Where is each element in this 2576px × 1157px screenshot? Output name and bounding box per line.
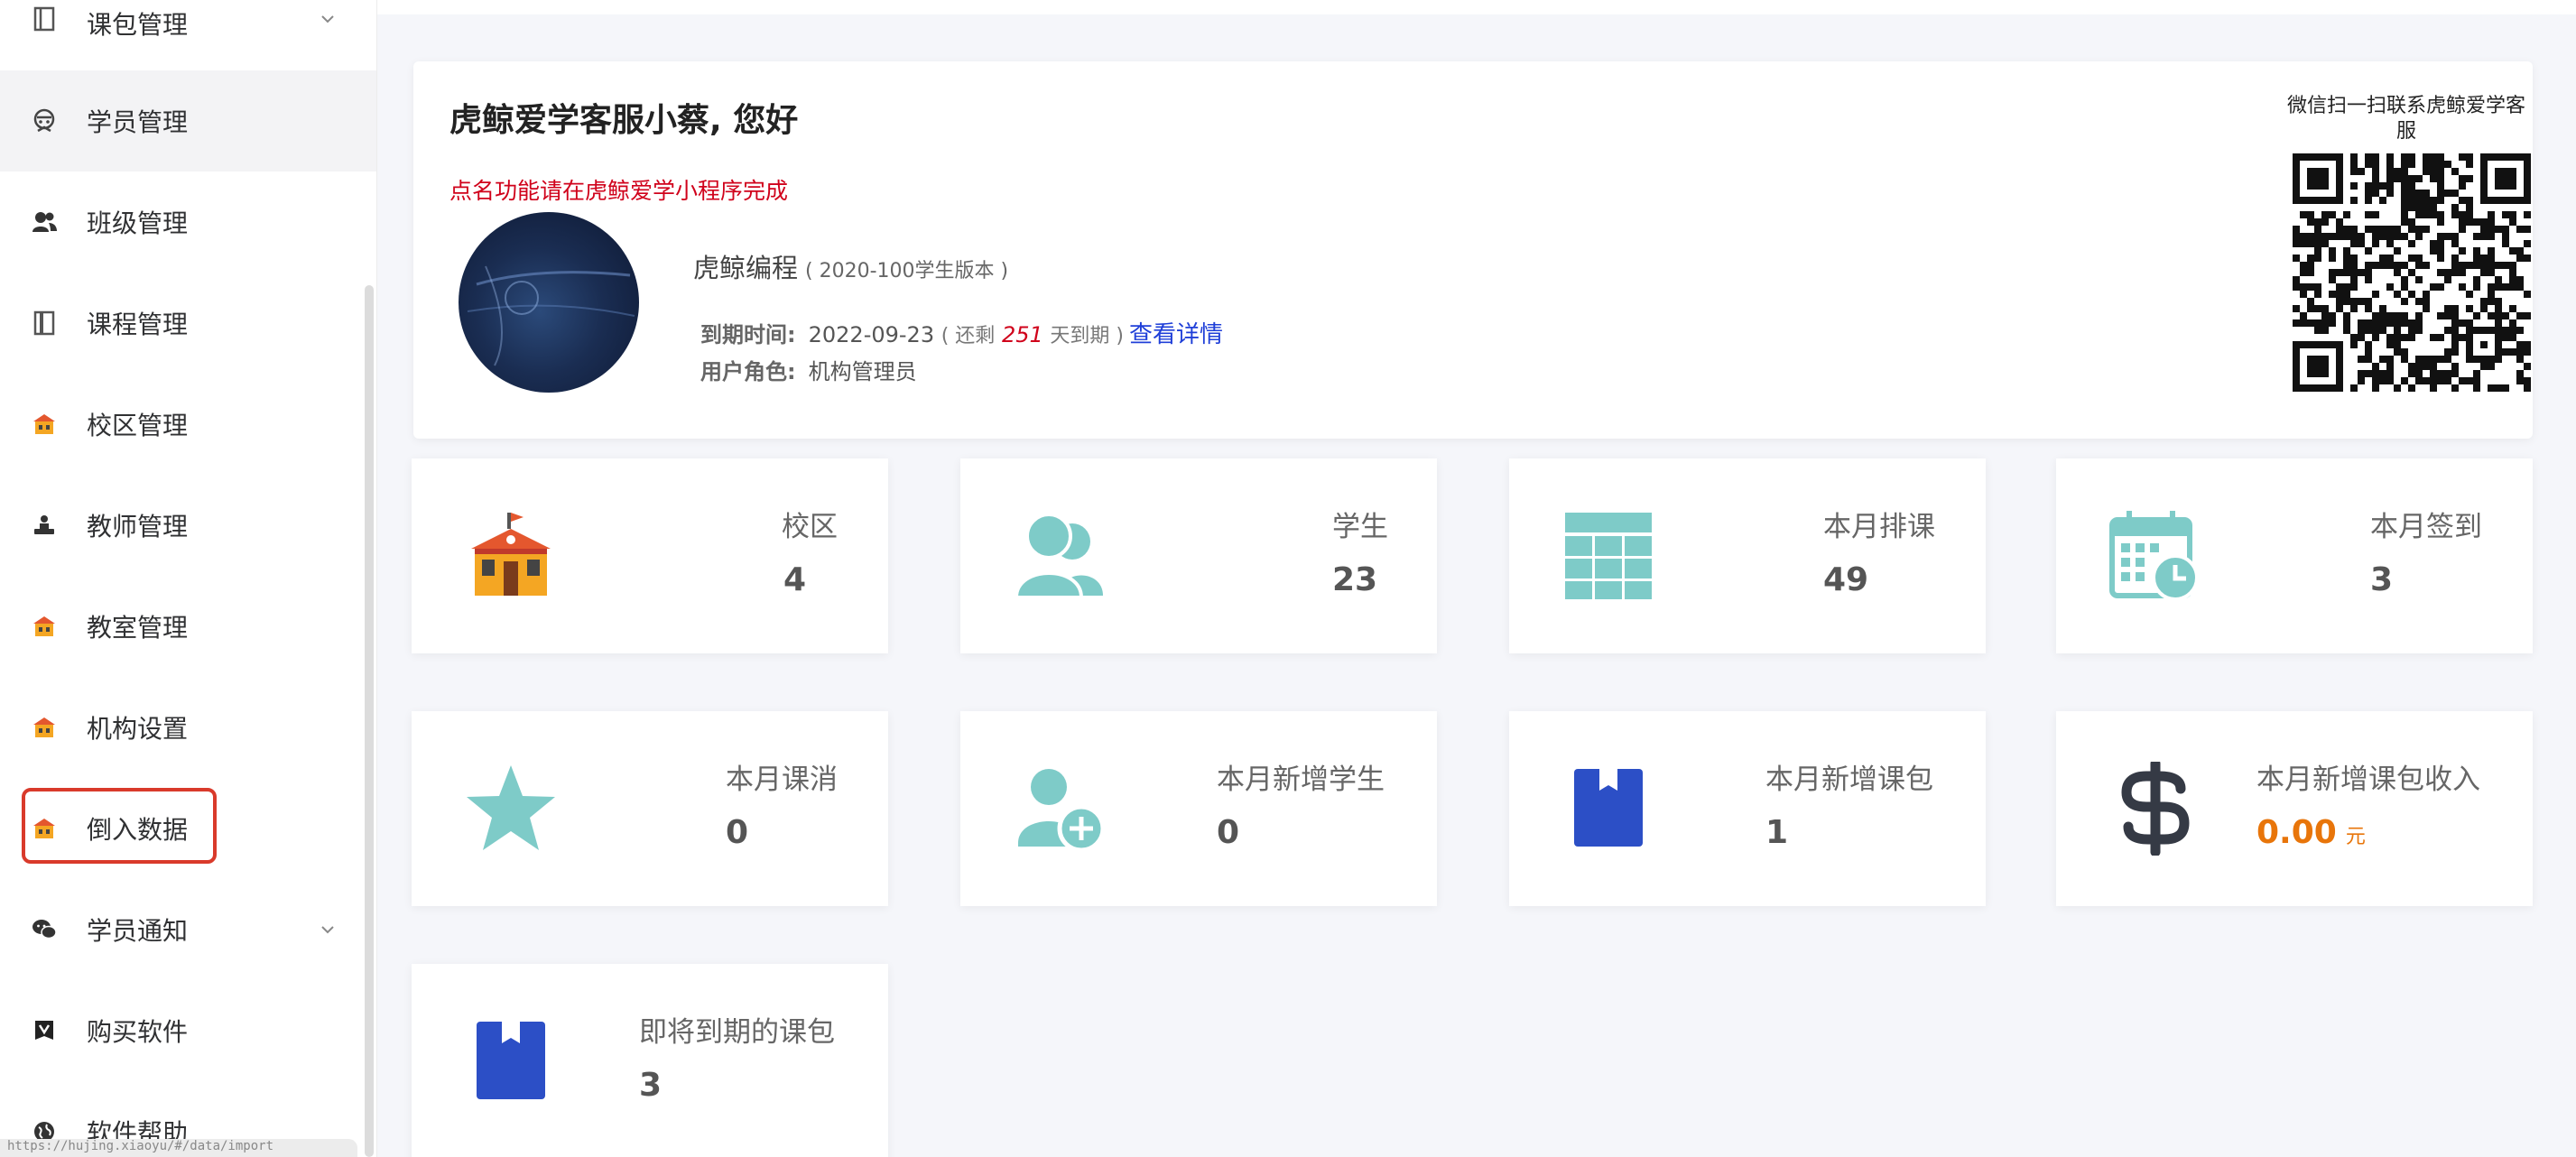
- sidebar-scrollbar[interactable]: [365, 285, 374, 1157]
- dollar-icon: [2121, 762, 2190, 856]
- stat-value: 1: [1765, 814, 1789, 851]
- expire-date: 2022-09-23: [808, 322, 935, 347]
- sidebar-item-label: 购买软件: [87, 1017, 189, 1047]
- stat-value: 0.00 元: [2256, 814, 2366, 851]
- school-icon: [31, 714, 58, 741]
- sidebar-item-notifications[interactable]: 学员通知: [0, 879, 376, 980]
- org-name: 虎鲸编程( 2020-100学生版本 ): [693, 253, 1009, 283]
- sidebar-item-buy-software[interactable]: 购买软件: [0, 980, 376, 1081]
- sidebar-item-students[interactable]: 学员管理: [0, 70, 376, 171]
- book-icon: [31, 310, 58, 337]
- stat-card-new-students[interactable]: 本月新增学生 0: [960, 711, 1437, 906]
- currency-unit: 元: [2345, 826, 2366, 848]
- sidebar-item-label: 机构设置: [87, 714, 189, 744]
- expire-label: 到期时间:: [700, 322, 796, 347]
- book-icon: [31, 5, 58, 32]
- stat-label: 本月课消: [726, 764, 838, 796]
- stat-label: 本月新增学生: [1217, 764, 1385, 796]
- teacher-icon: [31, 512, 58, 539]
- welcome-card: 虎鲸爱学客服小蔡, 您好 点名功能请在虎鲸爱学小程序完成 虎鲸编程( 2020-…: [413, 61, 2533, 439]
- stat-label: 本月排课: [1823, 511, 1935, 543]
- stat-card-monthly-schedule[interactable]: 本月排课 49: [1509, 458, 1986, 653]
- people-icon: [31, 208, 58, 236]
- student-icon: [31, 107, 58, 134]
- sidebar-item-org-settings[interactable]: 机构设置: [0, 677, 376, 778]
- sidebar-item-label: 课包管理: [87, 10, 189, 40]
- sidebar-item-label: 教师管理: [87, 512, 189, 541]
- stat-card-students[interactable]: 学生 23: [960, 458, 1437, 653]
- stat-label: 学生: [1332, 511, 1388, 543]
- calendar-clock-icon: [2109, 511, 2199, 601]
- remain-suffix: 天到期 ): [1050, 325, 1124, 347]
- sidebar-item-campuses[interactable]: 校区管理: [0, 374, 376, 475]
- chevron-down-icon[interactable]: [318, 920, 338, 939]
- role-line: 用户角色: 机构管理员: [700, 354, 917, 385]
- stat-label: 本月新增课包收入: [2256, 764, 2480, 796]
- stat-value: 4: [783, 561, 807, 598]
- wechat-icon: [31, 916, 58, 943]
- sidebar-item-courses[interactable]: 课程管理: [0, 273, 376, 374]
- bookmark-icon: [477, 1022, 545, 1099]
- v-badge-icon: [31, 1017, 58, 1044]
- stat-value: 3: [639, 1067, 663, 1104]
- sidebar-item-label: 班级管理: [87, 208, 189, 238]
- sidebar-item-label: 教室管理: [87, 613, 189, 643]
- top-strip: [377, 0, 2576, 14]
- stat-card-expiring-packages[interactable]: 即将到期的课包 3: [412, 964, 888, 1157]
- stat-card-new-packages[interactable]: 本月新增课包 1: [1509, 711, 1986, 906]
- school-icon: [31, 613, 58, 640]
- role-value: 机构管理员: [808, 359, 917, 384]
- sidebar-item-label: 课程管理: [87, 310, 189, 339]
- sidebar-item-course-packages[interactable]: 课包管理: [0, 0, 376, 70]
- add-user-icon: [1018, 769, 1106, 853]
- highlight-annotation-box: [22, 788, 217, 864]
- version-text: ( 2020-100学生版本 ): [805, 260, 1009, 282]
- qr-title: 微信扫一扫联系虎鲸爱学客服: [2286, 95, 2525, 143]
- notice-text: 点名功能请在虎鲸爱学小程序完成: [449, 178, 789, 204]
- stat-label: 即将到期的课包: [639, 1016, 835, 1049]
- chevron-down-icon[interactable]: [318, 9, 338, 29]
- stat-label: 本月新增课包: [1765, 764, 1933, 796]
- sidebar-item-classes[interactable]: 班级管理: [0, 171, 376, 273]
- sidebar: 课包管理 学员管理 班级管理 课程管理 校区管理 教师管理 教室管理 机构设置 …: [0, 0, 377, 1157]
- users-icon: [1014, 513, 1103, 599]
- stat-card-monthly-consumption[interactable]: 本月课消 0: [412, 711, 888, 906]
- bookmark-icon: [1574, 769, 1643, 847]
- qr-code: [2293, 153, 2531, 392]
- stat-card-campuses[interactable]: 校区 4: [412, 458, 888, 653]
- school-building-icon: [471, 513, 551, 596]
- stat-value: 49: [1823, 561, 1869, 598]
- stat-card-monthly-checkin[interactable]: 本月签到 3: [2056, 458, 2533, 653]
- stat-value: 0: [726, 814, 749, 851]
- stat-card-new-package-revenue[interactable]: 本月新增课包收入 0.00 元: [2056, 711, 2533, 906]
- remain-prefix: ( 还剩: [941, 325, 996, 347]
- table-grid-icon: [1565, 513, 1652, 599]
- sidebar-item-label: 校区管理: [87, 411, 189, 440]
- sidebar-item-label: 学员通知: [87, 916, 189, 946]
- remain-days: 251: [1001, 322, 1043, 347]
- star-icon: [467, 765, 555, 850]
- greeting-title: 虎鲸爱学客服小蔡, 您好: [449, 102, 799, 139]
- stat-value: 3: [2370, 561, 2394, 598]
- school-icon: [31, 411, 58, 438]
- stat-value: 23: [1332, 561, 1378, 598]
- avatar: [459, 212, 639, 393]
- status-bar-url: https://hujing.xiaoyu/#/data/import: [0, 1139, 357, 1157]
- sidebar-item-teachers[interactable]: 教师管理: [0, 475, 376, 576]
- role-label: 用户角色:: [700, 359, 796, 384]
- view-details-link[interactable]: 查看详情: [1129, 321, 1223, 348]
- sidebar-item-label: 学员管理: [87, 107, 189, 137]
- expire-line: 到期时间: 2022-09-23 ( 还剩 251 天到期 ) 查看详情: [700, 316, 1223, 349]
- stat-label: 本月签到: [2370, 511, 2482, 543]
- sidebar-item-classrooms[interactable]: 教室管理: [0, 576, 376, 677]
- stat-value: 0: [1217, 814, 1240, 851]
- stat-label: 校区: [782, 511, 838, 543]
